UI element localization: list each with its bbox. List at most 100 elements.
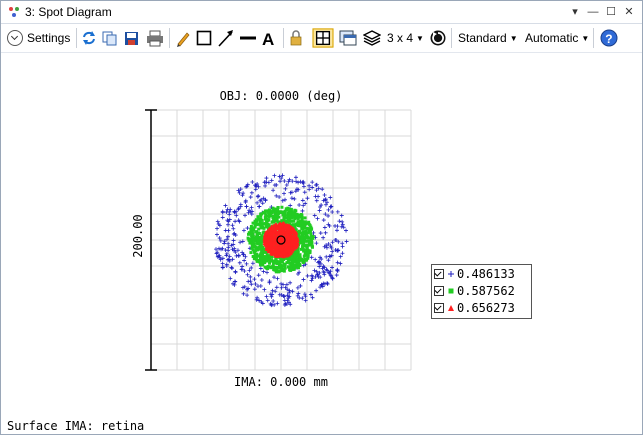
spot-point-blue — [300, 208, 305, 213]
spot-diagram-plot[interactable]: OBJ: 0.0000 (deg) 200.00 IMA: 0.000 mm 0… — [1, 53, 642, 418]
spot-point-blue — [322, 192, 327, 197]
spot-point-green — [250, 237, 254, 241]
spot-point-blue — [302, 190, 307, 195]
spot-point-blue — [257, 204, 262, 209]
spot-point-green — [258, 235, 262, 239]
window-menu-button[interactable]: ▾ — [567, 4, 583, 20]
arrow-tool-icon[interactable] — [217, 28, 235, 48]
spot-point-green — [249, 224, 253, 228]
spot-point-blue — [265, 298, 270, 303]
save-image-icon[interactable] — [124, 28, 140, 48]
spot-point-blue — [233, 219, 238, 224]
spot-point-green — [251, 221, 255, 225]
spot-point-green — [258, 223, 262, 227]
legend-wavelength: 0.587562 — [457, 284, 515, 298]
automatic-dropdown[interactable]: Automatic ▼ — [525, 28, 589, 48]
spot-point-blue — [327, 254, 332, 259]
spot-point-green — [310, 239, 314, 243]
spot-point-blue — [230, 266, 235, 271]
spot-point-green — [249, 251, 253, 255]
spot-diagram-app-icon — [9, 7, 19, 17]
refresh-icon[interactable] — [82, 28, 96, 48]
lock-icon[interactable] — [289, 28, 303, 48]
spot-point-green — [289, 267, 293, 271]
spot-point-green — [250, 234, 254, 238]
pencil-icon[interactable] — [175, 28, 191, 48]
scale-bar-label: 200.00 — [131, 214, 145, 258]
spot-point-green — [253, 249, 257, 253]
spot-point-blue — [313, 194, 318, 199]
spot-point-green — [283, 262, 287, 266]
legend-checkbox[interactable] — [434, 286, 444, 296]
title-bar[interactable]: 3: Spot Diagram ▾ — ☐ ✕ — [1, 1, 642, 24]
legend-checkbox[interactable] — [434, 303, 444, 313]
fit-view-icon[interactable] — [311, 28, 335, 48]
spot-point-green — [259, 257, 263, 261]
line-tool-icon[interactable] — [239, 28, 257, 48]
spot-point-blue — [263, 198, 268, 203]
spot-point-green — [309, 228, 313, 232]
toolbar-separator — [169, 28, 170, 48]
toolbar-separator — [76, 28, 77, 48]
copy-icon[interactable] — [102, 28, 118, 48]
minimize-button[interactable]: — — [585, 4, 601, 20]
help-icon[interactable]: ? — [600, 28, 618, 48]
spot-point-green — [264, 218, 268, 222]
spot-point-blue — [231, 242, 236, 247]
spot-point-green — [298, 257, 302, 261]
standard-dropdown[interactable]: Standard ▼ — [458, 28, 518, 48]
automatic-dropdown-label: Automatic — [525, 31, 579, 45]
spot-point-green — [251, 254, 255, 258]
close-button[interactable]: ✕ — [621, 4, 637, 20]
standard-dropdown-label: Standard — [458, 31, 507, 45]
spot-point-blue — [282, 191, 287, 196]
spot-point-green — [266, 214, 270, 218]
spot-point-green — [269, 212, 273, 216]
spot-point-blue — [236, 254, 241, 259]
spot-point-blue — [239, 267, 244, 272]
layers-icon[interactable] — [363, 28, 381, 48]
spot-point-green — [270, 265, 274, 269]
spot-point-green — [267, 208, 271, 212]
spot-point-blue — [293, 175, 298, 180]
maximize-button[interactable]: ☐ — [603, 4, 619, 20]
spot-point-blue — [339, 224, 344, 229]
text-tool-icon[interactable]: A — [261, 28, 277, 48]
legend-item[interactable]: 0.656273 — [434, 300, 515, 316]
spot-point-blue — [279, 281, 284, 286]
spot-point-blue — [233, 279, 238, 284]
spot-point-green — [253, 238, 257, 242]
legend-item[interactable]: 0.486133 — [434, 266, 515, 282]
spot-point-blue — [289, 196, 294, 201]
spot-point-blue — [340, 244, 345, 249]
legend-checkbox[interactable] — [434, 269, 444, 279]
legend-item[interactable]: 0.587562 — [434, 283, 515, 299]
window-layout-icon[interactable] — [339, 28, 357, 48]
spot-point-green — [286, 211, 290, 215]
spot-point-blue — [305, 273, 310, 278]
spot-point-blue — [328, 195, 333, 200]
spot-diagram-canvas[interactable] — [1, 53, 642, 418]
image-plane-label: IMA: 0.000 mm — [234, 375, 328, 389]
spot-point-blue — [245, 272, 250, 277]
spot-point-green — [293, 254, 297, 258]
spot-point-green — [282, 217, 286, 221]
spot-point-blue — [258, 266, 263, 271]
spot-point-green — [278, 263, 282, 267]
rectangle-tool-icon[interactable] — [196, 28, 212, 48]
spot-point-green — [263, 265, 267, 269]
spot-point-green — [276, 208, 280, 212]
layout-dropdown[interactable]: 3 x 4 ▼ — [387, 28, 424, 48]
spot-point-green — [301, 230, 305, 234]
spot-point-blue — [317, 208, 322, 213]
spot-point-green — [263, 255, 267, 259]
print-icon[interactable] — [146, 28, 164, 48]
spot-point-blue — [321, 218, 326, 223]
spot-point-blue — [323, 230, 328, 235]
settings-button[interactable]: Settings — [7, 28, 70, 48]
spot-point-blue — [313, 257, 318, 262]
spot-point-blue — [252, 277, 257, 282]
svg-text:A: A — [262, 30, 274, 48]
update-power-icon[interactable] — [429, 28, 447, 48]
spot-point-blue — [249, 282, 254, 287]
